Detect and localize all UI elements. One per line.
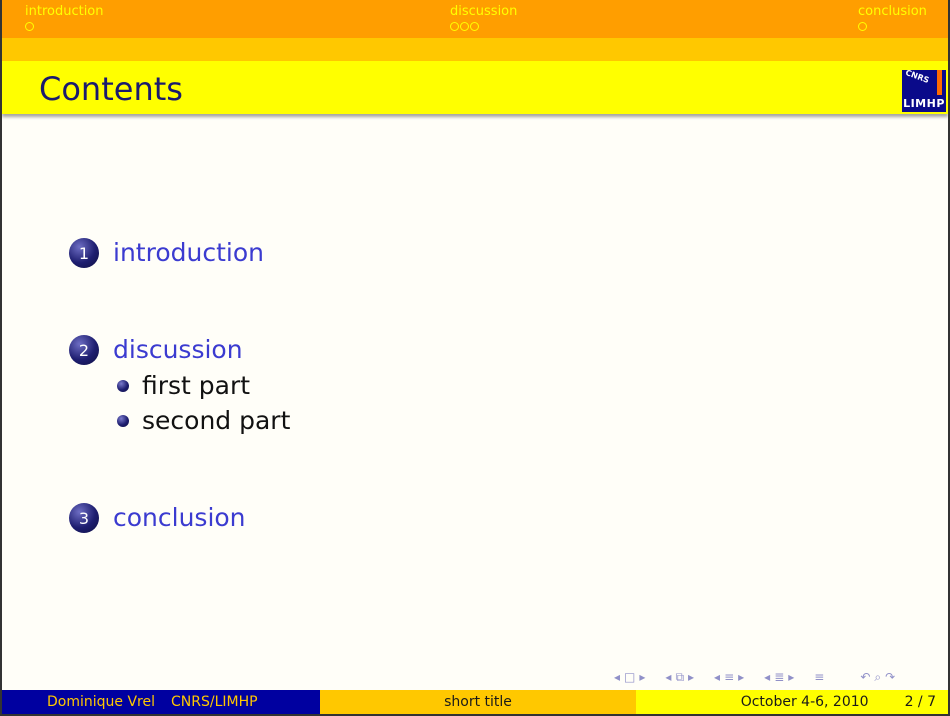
toc-section-label[interactable]: discussion — [113, 335, 243, 365]
section-number-ball: 1 — [69, 238, 99, 268]
frame-dot-icon[interactable] — [25, 22, 34, 31]
frame-title-bar: Contents CNRS LIMHP — [2, 61, 948, 114]
nav-section-label: introduction — [25, 4, 104, 19]
toc-section-discussion[interactable]: 2 discussion — [69, 335, 243, 365]
nav-frame-dots — [450, 22, 517, 31]
toc-subsection-label[interactable]: first part — [142, 371, 250, 401]
section-number-ball: 2 — [69, 335, 99, 365]
footer-author: Dominique Vrel — [47, 694, 155, 710]
frame-dot-icon[interactable] — [858, 22, 867, 31]
arrow-right-icon[interactable]: ▸ — [788, 670, 794, 684]
footer-page-number: 2 / 7 — [904, 694, 936, 710]
frame-title: Contents — [39, 70, 183, 108]
presentation-nav-icon[interactable]: ≣ — [774, 670, 784, 684]
footer-short-title: short title — [444, 694, 512, 710]
search-icon[interactable]: ⌕ — [874, 670, 881, 685]
toc-section-label[interactable]: introduction — [113, 238, 264, 268]
toc-section-introduction[interactable]: 1 introduction — [69, 238, 264, 268]
arrow-right-icon[interactable]: ▸ — [688, 670, 694, 684]
frame-dot-icon[interactable] — [450, 22, 459, 31]
arrow-left-icon[interactable]: ◂ — [764, 670, 770, 684]
bullet-ball-icon — [117, 415, 129, 427]
section-number-ball: 3 — [69, 503, 99, 533]
logo-limhp-text: LIMHP — [903, 97, 945, 110]
arrow-left-icon[interactable]: ◂ — [714, 670, 720, 684]
appendix-nav-icon[interactable]: ≡ — [814, 670, 824, 684]
frame-dot-icon[interactable] — [470, 22, 479, 31]
arrow-left-icon[interactable]: ◂ — [614, 670, 620, 684]
footer-date: October 4-6, 2010 — [740, 694, 869, 710]
nav-frame-dots — [25, 22, 104, 31]
subsection-nav-icon[interactable]: ⧉ — [675, 670, 684, 685]
arrow-right-icon[interactable]: ▸ — [639, 670, 645, 684]
section-nav-icon[interactable]: ≡ — [724, 670, 734, 684]
nav-section-discussion[interactable]: discussion — [450, 3, 517, 31]
toc-subsection-label[interactable]: second part — [142, 406, 290, 436]
limhp-logo: CNRS LIMHP — [902, 68, 946, 112]
logo-accent-bar — [937, 70, 942, 95]
nav-section-conclusion[interactable]: conclusion — [858, 3, 927, 31]
redo-forward-icon[interactable]: ↷ — [885, 670, 895, 684]
toc-subsection-second-part[interactable]: second part — [117, 406, 290, 436]
nav-section-label: discussion — [450, 4, 518, 19]
subsection-band — [2, 38, 948, 61]
toc-section-conclusion[interactable]: 3 conclusion — [69, 503, 246, 533]
footer-title-box: short title — [320, 690, 636, 714]
nav-section-label: conclusion — [858, 4, 927, 19]
arrow-left-icon[interactable]: ◂ — [665, 670, 671, 684]
footer-date-box: October 4-6, 2010 2 / 7 — [636, 690, 948, 714]
frame-nav-icon[interactable]: □ — [624, 670, 635, 684]
undo-back-icon[interactable]: ↶ — [860, 670, 870, 684]
bullet-ball-icon — [117, 380, 129, 392]
nav-frame-dots — [858, 22, 927, 31]
logo-cnrs-text: CNRS — [904, 68, 931, 85]
arrow-right-icon[interactable]: ▸ — [738, 670, 744, 684]
slide-footer: Dominique Vrel CNRS/LIMHP short title Oc… — [2, 690, 948, 714]
toc-section-label[interactable]: conclusion — [113, 503, 246, 533]
section-navigation-bar: introduction discussion conclusion — [2, 0, 948, 38]
toc-subsection-first-part[interactable]: first part — [117, 371, 250, 401]
nav-section-introduction[interactable]: introduction — [25, 3, 104, 31]
beamer-navigation-symbols: ◂ □ ▸ ◂ ⧉ ▸ ◂ ≡ ▸ ◂ ≣ ▸ ≡ ↶ ⌕ ↷ — [614, 668, 895, 686]
frame-dot-icon[interactable] — [460, 22, 469, 31]
footer-institute: CNRS/LIMHP — [171, 694, 258, 710]
footer-author-box: Dominique Vrel CNRS/LIMHP — [2, 690, 320, 714]
slide: introduction discussion conclusion Conte… — [0, 0, 950, 716]
